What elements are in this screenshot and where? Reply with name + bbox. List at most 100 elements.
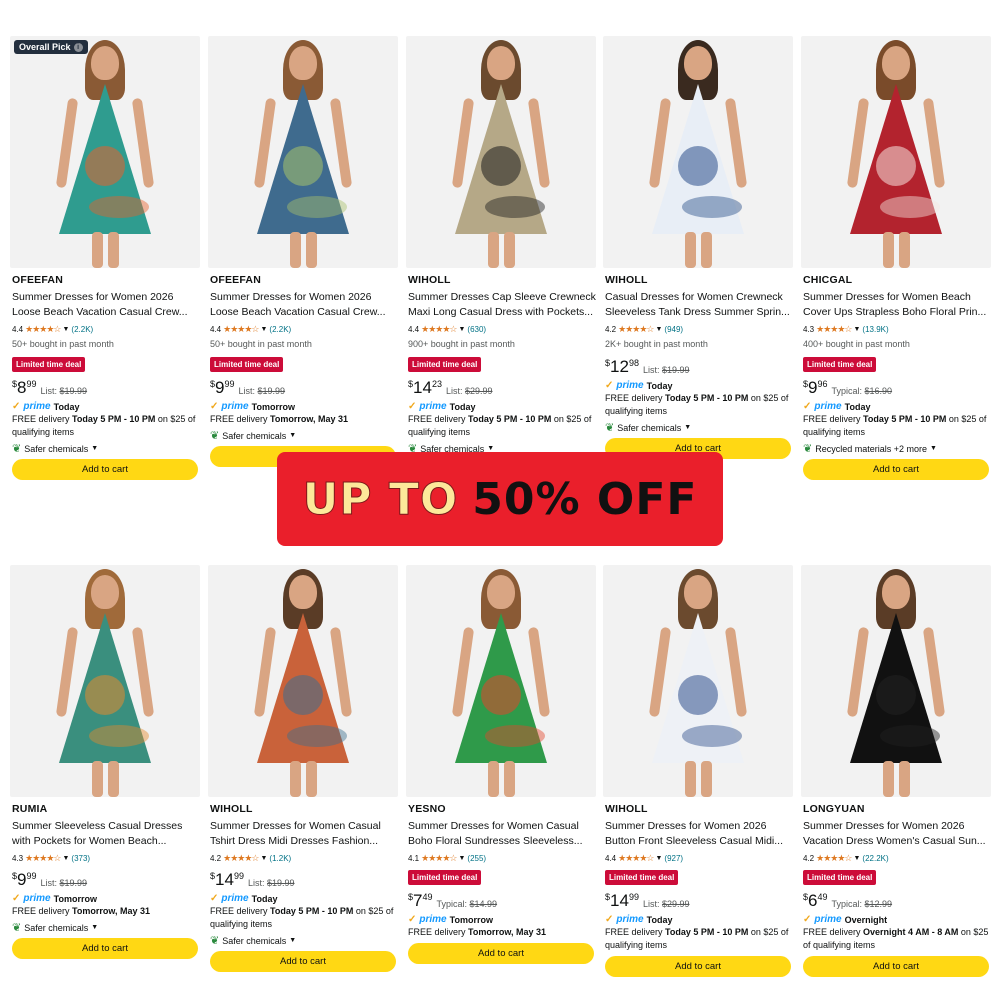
product-image[interactable]: Overall Pick i xyxy=(10,36,200,268)
review-count-link[interactable]: (2.2K) xyxy=(71,325,93,334)
rating-row[interactable]: 4.3 ★★★★☆ ▼ (373) xyxy=(12,852,200,864)
add-to-cart-button[interactable]: Add to cart xyxy=(12,459,198,480)
chevron-down-icon[interactable]: ▼ xyxy=(260,326,267,333)
rating-row[interactable]: 4.2 ★★★★☆ ▼ (1.2K) xyxy=(210,852,398,864)
product-card[interactable]: OFEEFAN Summer Dresses for Women 2026 Loo… xyxy=(208,36,400,467)
price[interactable]: $9 99 xyxy=(210,378,235,398)
product-image[interactable] xyxy=(603,36,793,268)
rating-row[interactable]: 4.2 ★★★★☆ ▼ (22.2K) xyxy=(803,852,991,864)
chevron-down-icon[interactable]: ▼ xyxy=(930,445,937,452)
add-to-cart-button[interactable]: Add to cart xyxy=(605,956,791,977)
price[interactable]: $14 23 xyxy=(408,378,442,398)
sustainability-feature[interactable]: ❦ Safer chemicals ▼ xyxy=(210,934,398,947)
product-image[interactable] xyxy=(406,36,596,268)
review-count-link[interactable]: (22.2K) xyxy=(862,854,888,863)
chevron-down-icon[interactable]: ▼ xyxy=(458,326,465,333)
chevron-down-icon[interactable]: ▼ xyxy=(487,445,494,452)
add-to-cart-button[interactable]: Add to cart xyxy=(408,943,594,964)
price[interactable]: $7 49 xyxy=(408,891,433,911)
chevron-down-icon[interactable]: ▼ xyxy=(655,326,662,333)
product-card[interactable]: RUMIA Summer Sleeveless Casual Dresses wi… xyxy=(10,565,202,959)
review-count-link[interactable]: (927) xyxy=(664,854,683,863)
chevron-down-icon[interactable]: ▼ xyxy=(655,855,662,862)
rating-row[interactable]: 4.4 ★★★★☆ ▼ (630) xyxy=(408,323,596,335)
review-count-link[interactable]: (13.9K) xyxy=(862,325,888,334)
product-image[interactable] xyxy=(208,36,398,268)
sustainability-feature[interactable]: ❦ Safer chemicals ▼ xyxy=(12,921,200,934)
product-title-link[interactable]: Summer Dresses for Women 2026 Loose Beac… xyxy=(210,290,398,321)
star-rating-icon[interactable]: ★★★★☆ xyxy=(223,324,259,335)
price[interactable]: $14 99 xyxy=(605,891,639,911)
price[interactable]: $9 99 xyxy=(12,870,37,890)
product-card[interactable]: WIHOLL Summer Dresses for Women Casual Ts… xyxy=(208,565,400,972)
rating-row[interactable]: 4.2 ★★★★☆ ▼ (949) xyxy=(605,323,793,335)
price[interactable]: $6 49 xyxy=(803,891,828,911)
product-title-link[interactable]: Summer Dresses for Women 2026 Loose Beac… xyxy=(12,290,200,321)
product-image[interactable] xyxy=(801,565,991,797)
product-title-link[interactable]: Summer Sleeveless Casual Dresses with Po… xyxy=(12,819,200,850)
price[interactable]: $12 98 xyxy=(605,357,639,377)
star-rating-icon[interactable]: ★★★★☆ xyxy=(25,324,61,335)
price[interactable]: $9 96 xyxy=(803,378,828,398)
chevron-down-icon[interactable]: ▼ xyxy=(458,855,465,862)
product-card[interactable]: WIHOLL Summer Dresses for Women 2026 Butt… xyxy=(603,565,795,977)
product-card[interactable]: WIHOLL Summer Dresses Cap Sleeve Crewneck… xyxy=(406,36,598,480)
rating-row[interactable]: 4.4 ★★★★☆ ▼ (2.2K) xyxy=(12,323,200,335)
star-rating-icon[interactable]: ★★★★☆ xyxy=(223,853,259,864)
sustainability-feature[interactable]: ❦ Recycled materials +2 more ▼ xyxy=(803,442,991,455)
review-count-link[interactable]: (2.2K) xyxy=(269,325,291,334)
add-to-cart-button[interactable]: Add to cart xyxy=(210,951,396,972)
product-image[interactable] xyxy=(801,36,991,268)
product-card[interactable]: Overall Pick i OFEEFAN Summer Dresses for W… xyxy=(10,36,202,480)
overall-pick-badge[interactable]: Overall Pick i xyxy=(14,40,88,54)
product-card[interactable]: LONGYUAN Summer Dresses for Women 2026 Va… xyxy=(801,565,993,977)
star-rating-icon[interactable]: ★★★★☆ xyxy=(816,853,852,864)
add-to-cart-button[interactable]: Add to cart xyxy=(803,956,989,977)
rating-row[interactable]: 4.4 ★★★★☆ ▼ (927) xyxy=(605,852,793,864)
product-image[interactable] xyxy=(406,565,596,797)
chevron-down-icon[interactable]: ▼ xyxy=(91,924,98,931)
product-card[interactable]: WIHOLL Casual Dresses for Women Crewneck … xyxy=(603,36,795,459)
product-title-link[interactable]: Casual Dresses for Women Crewneck Sleeve… xyxy=(605,290,793,321)
product-title-link[interactable]: Summer Dresses for Women 2026 Vacation D… xyxy=(803,819,991,850)
product-title-link[interactable]: Summer Dresses for Women Beach Cover Ups… xyxy=(803,290,991,321)
chevron-down-icon[interactable]: ▼ xyxy=(684,424,691,431)
rating-row[interactable]: 4.4 ★★★★☆ ▼ (2.2K) xyxy=(210,323,398,335)
product-image[interactable] xyxy=(603,565,793,797)
product-card[interactable]: YESNO Summer Dresses for Women Casual Boh… xyxy=(406,565,598,964)
rating-row[interactable]: 4.1 ★★★★☆ ▼ (255) xyxy=(408,852,596,864)
star-rating-icon[interactable]: ★★★★☆ xyxy=(25,853,61,864)
product-image[interactable] xyxy=(208,565,398,797)
chevron-down-icon[interactable]: ▼ xyxy=(853,855,860,862)
product-title-link[interactable]: Summer Dresses for Women Casual Tshirt D… xyxy=(210,819,398,850)
review-count-link[interactable]: (630) xyxy=(467,325,486,334)
add-to-cart-button[interactable]: Add to cart xyxy=(12,938,198,959)
chevron-down-icon[interactable]: ▼ xyxy=(853,326,860,333)
rating-row[interactable]: 4.3 ★★★★☆ ▼ (13.9K) xyxy=(803,323,991,335)
chevron-down-icon[interactable]: ▼ xyxy=(260,855,267,862)
product-title-link[interactable]: Summer Dresses for Women Casual Boho Flo… xyxy=(408,819,596,850)
chevron-down-icon[interactable]: ▼ xyxy=(62,855,69,862)
star-rating-icon[interactable]: ★★★★☆ xyxy=(816,324,852,335)
star-rating-icon[interactable]: ★★★★☆ xyxy=(618,853,654,864)
sustainability-feature[interactable]: ❦ Safer chemicals ▼ xyxy=(605,421,793,434)
chevron-down-icon[interactable]: ▼ xyxy=(91,445,98,452)
product-title-link[interactable]: Summer Dresses Cap Sleeve Crewneck Maxi … xyxy=(408,290,596,321)
chevron-down-icon[interactable]: ▼ xyxy=(289,432,296,439)
star-rating-icon[interactable]: ★★★★☆ xyxy=(421,853,457,864)
review-count-link[interactable]: (949) xyxy=(664,325,683,334)
star-rating-icon[interactable]: ★★★★☆ xyxy=(421,324,457,335)
info-icon[interactable]: i xyxy=(73,42,83,52)
sustainability-feature[interactable]: ❦ Safer chemicals ▼ xyxy=(12,442,200,455)
review-count-link[interactable]: (1.2K) xyxy=(269,854,291,863)
product-image[interactable] xyxy=(10,565,200,797)
product-card[interactable]: CHICGAL Summer Dresses for Women Beach Co… xyxy=(801,36,993,480)
add-to-cart-button[interactable]: Add to cart xyxy=(803,459,989,480)
sustainability-feature[interactable]: ❦ Safer chemicals ▼ xyxy=(210,429,398,442)
price[interactable]: $14 99 xyxy=(210,870,244,890)
chevron-down-icon[interactable]: ▼ xyxy=(62,326,69,333)
star-rating-icon[interactable]: ★★★★☆ xyxy=(618,324,654,335)
price[interactable]: $8 99 xyxy=(12,378,37,398)
review-count-link[interactable]: (255) xyxy=(467,854,486,863)
chevron-down-icon[interactable]: ▼ xyxy=(289,937,296,944)
